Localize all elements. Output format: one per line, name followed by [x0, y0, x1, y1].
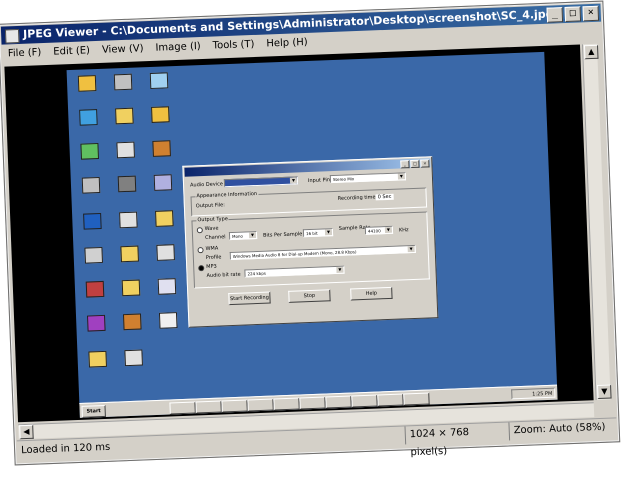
desktop-icon: [150, 312, 187, 329]
wma-radio[interactable]: [197, 247, 204, 254]
bits-per-sample-select[interactable]: 16 bit: [302, 228, 334, 238]
profile-label: Profile: [205, 254, 222, 261]
sample-rate-select[interactable]: 44100: [364, 225, 394, 235]
channel-label: Channel: [204, 234, 226, 241]
wave-label: Wave: [204, 225, 219, 232]
recording-time-label: Recording time:: [337, 194, 378, 202]
image-dimensions: 1024 × 768 pixel(s): [404, 422, 509, 458]
dialog-close-button[interactable]: ×: [420, 159, 430, 168]
close-button[interactable]: ×: [582, 5, 600, 22]
appearance-group-title: Appearance Information: [195, 190, 259, 200]
channel-select[interactable]: Mono: [228, 230, 258, 241]
taskbar-button[interactable]: [351, 394, 378, 408]
desktop-icon: [149, 278, 186, 295]
scroll-up-arrow-icon[interactable]: ▲: [583, 44, 599, 60]
audio-device-label: Audio Device: [189, 181, 224, 189]
desktop-icon: [146, 210, 183, 227]
desktop-icon: [110, 211, 147, 229]
menu-tools[interactable]: Tools (T): [206, 37, 260, 57]
desktop-icon: [107, 141, 144, 159]
input-pin-label: Input Pin: [307, 177, 331, 184]
desktop-icon: [77, 280, 114, 298]
taskbar-clock: 1:25 PM: [511, 387, 556, 400]
scroll-left-arrow-icon[interactable]: ◀: [19, 424, 34, 440]
maximize-button[interactable]: □: [564, 6, 582, 23]
desktop-icon: [143, 140, 180, 157]
displayed-screenshot: _ □ × Audio Device Input Pin Stereo Mix …: [66, 51, 558, 418]
image-viewport[interactable]: _ □ × Audio Device Input Pin Stereo Mix …: [4, 44, 594, 423]
input-pin-select[interactable]: Stereo Mix: [329, 172, 407, 184]
desktop-icon: [109, 175, 146, 193]
desktop-icon: [74, 212, 111, 230]
start-button[interactable]: Start: [81, 404, 106, 418]
desktop-icon: [114, 313, 151, 331]
audio-device-select[interactable]: [223, 176, 299, 188]
menu-file[interactable]: File (F): [2, 45, 48, 65]
recorder-dialog: _ □ × Audio Device Input Pin Stereo Mix …: [182, 156, 439, 328]
mp3-label: MP3: [206, 263, 217, 270]
start-recording-button[interactable]: Start Recording: [228, 291, 271, 306]
app-icon: [4, 28, 20, 44]
menu-edit[interactable]: Edit (E): [47, 43, 96, 63]
desktop-icon: [106, 107, 143, 125]
wma-label: WMA: [205, 245, 219, 252]
desktop-icon: [79, 350, 116, 368]
dialog-minimize-button[interactable]: _: [400, 160, 410, 169]
desktop-icon: [78, 314, 115, 332]
desktop-icon: [71, 143, 108, 160]
taskbar-button[interactable]: [325, 395, 352, 409]
taskbar-button[interactable]: [195, 400, 222, 414]
taskbar-button[interactable]: [273, 397, 300, 411]
help-button[interactable]: Help: [350, 286, 393, 301]
taskbar-button[interactable]: [221, 399, 248, 413]
audio-bitrate-label: Audio bit rate: [206, 271, 241, 279]
desktop-icon: [69, 75, 106, 92]
desktop-icon: [113, 279, 150, 297]
mp3-radio[interactable]: [198, 265, 205, 272]
taskbar-button[interactable]: [377, 393, 404, 407]
stop-button[interactable]: Stop: [288, 289, 331, 303]
output-file-label: Output File:: [195, 202, 226, 210]
desktop-icon: [115, 349, 152, 367]
menu-image[interactable]: Image (I): [149, 39, 207, 59]
desktop-icon: [147, 244, 184, 261]
menu-help[interactable]: Help (H): [260, 35, 314, 55]
output-type-group-title: Output Type: [196, 216, 229, 224]
taskbar-button[interactable]: [247, 398, 274, 412]
desktop-icon: [145, 174, 182, 191]
load-time-status: Loaded in 120 ms: [20, 441, 111, 457]
desktop-icon: [105, 73, 142, 91]
desktop-icon: [70, 109, 107, 126]
taskbar-button[interactable]: [299, 396, 326, 410]
jpeg-viewer-window: JPEG Viewer - C:\Documents and Settings\…: [0, 0, 621, 466]
desktop-icon: [141, 72, 178, 89]
khz-label: KHz: [398, 227, 409, 234]
scroll-down-arrow-icon[interactable]: ▼: [597, 384, 612, 400]
audio-bitrate-select[interactable]: 224 kbps: [244, 265, 345, 278]
zoom-level: Zoom: Auto (58%): [508, 418, 619, 441]
desktop-icon: [142, 106, 179, 123]
wave-radio[interactable]: [196, 227, 203, 234]
menu-view[interactable]: View (V): [96, 41, 150, 61]
profile-select[interactable]: Windows Media Audio 8 for Dial-up Modem …: [229, 244, 416, 261]
minimize-button[interactable]: _: [546, 7, 564, 23]
output-type-group: Output Type Wave Channel Mono Bits Per S…: [191, 211, 430, 289]
desktop-icon: [73, 176, 110, 194]
desktop-icon: [75, 246, 112, 264]
taskbar-button[interactable]: [403, 392, 430, 406]
recording-time-value: 0 Sec: [375, 193, 394, 201]
bits-per-sample-label: Bits Per Sample: [262, 231, 303, 239]
taskbar-button[interactable]: [169, 401, 196, 415]
dialog-maximize-button[interactable]: □: [410, 159, 420, 169]
desktop-icon: [111, 245, 148, 263]
